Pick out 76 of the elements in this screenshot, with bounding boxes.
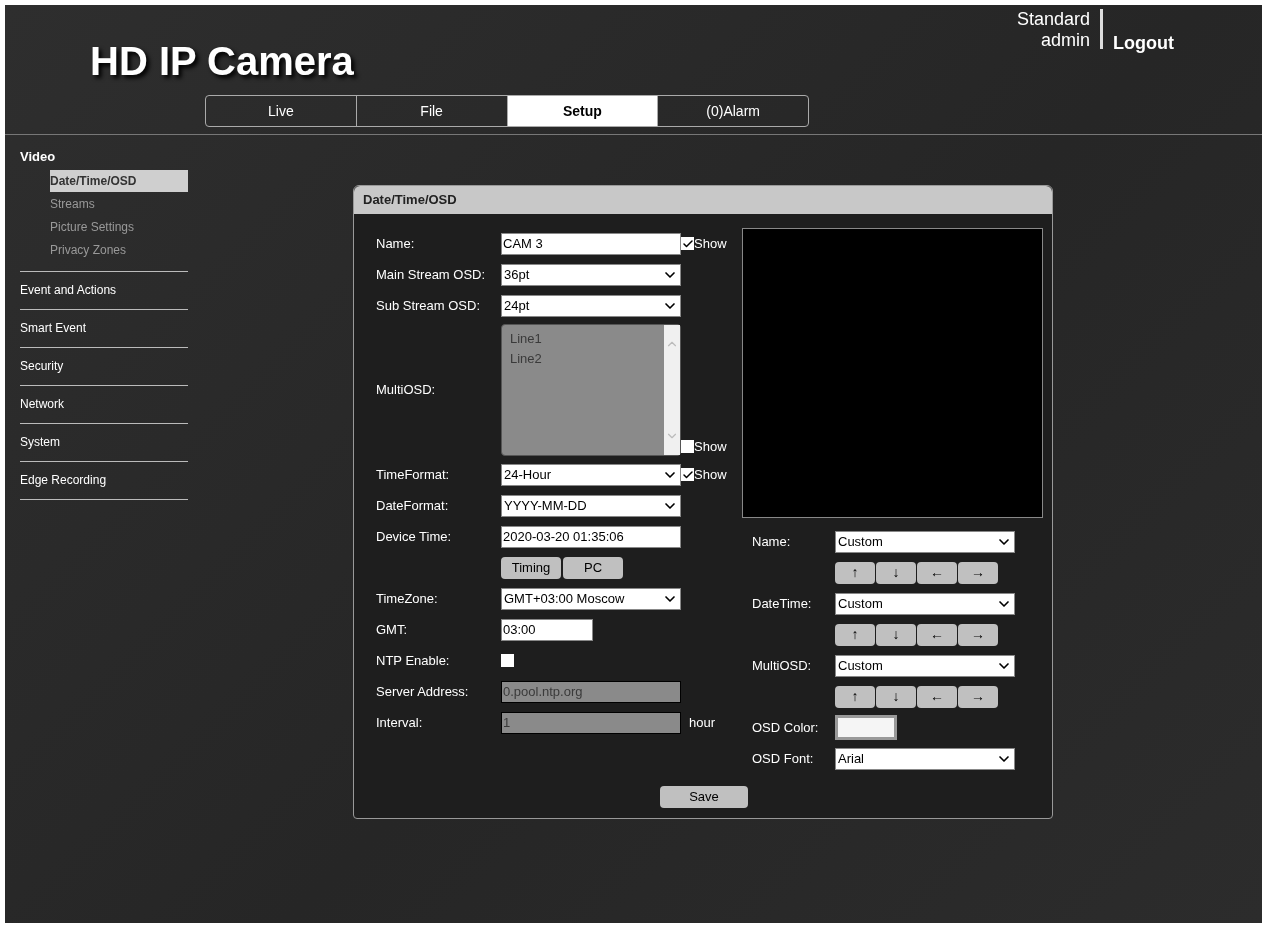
field-label: Device Time: [376, 527, 453, 546]
sidebar-item[interactable]: Privacy Zones [50, 238, 188, 261]
dropdown[interactable]: 36pt [501, 263, 681, 286]
unit-label: hour [689, 713, 716, 732]
nav-tab[interactable]: Live [206, 96, 357, 126]
sidebar-section[interactable]: Network [20, 394, 188, 413]
dropdown[interactable]: YYYY-MM-DD [501, 494, 681, 517]
move-button[interactable]: ← [917, 685, 957, 708]
color-swatch[interactable] [835, 715, 897, 740]
sidebar-item[interactable]: Streams [50, 192, 188, 215]
panel-title: Date/Time/OSD [363, 191, 457, 210]
field-label: GMT: [376, 620, 409, 639]
field-label: MultiOSD: [752, 656, 813, 675]
sidebar-section[interactable]: System [20, 432, 188, 451]
field-label: TimeFormat: [376, 465, 451, 484]
dropdown[interactable]: Custom [835, 654, 1015, 677]
move-button[interactable]: ↓ [876, 685, 916, 708]
field-label: Sub Stream OSD: [376, 296, 482, 315]
move-button[interactable]: ↓ [876, 623, 916, 646]
move-button[interactable]: ↓ [876, 561, 916, 584]
field-label: DateTime: [752, 594, 813, 613]
nav-tab[interactable]: Setup [507, 96, 659, 126]
input-field[interactable]: 03:00 [501, 618, 593, 641]
move-button[interactable]: ↑ [835, 561, 875, 584]
dropdown[interactable]: 24pt [501, 294, 681, 317]
nav-tab[interactable]: File [356, 96, 508, 126]
sidebar-section[interactable]: Edge Recording [20, 470, 188, 489]
sidebar-item[interactable]: Date/Time/OSD [50, 169, 188, 192]
checkbox[interactable] [681, 237, 694, 250]
app-title: HD IP Camera [90, 39, 354, 83]
input-field[interactable]: 2020-03-20 01:35:06 [501, 525, 681, 548]
check-icon [681, 468, 694, 481]
field-label: Interval: [376, 713, 424, 732]
field-label: MultiOSD: [376, 381, 437, 400]
nav-tab[interactable]: (0)Alarm [658, 96, 808, 126]
dropdown[interactable]: GMT+03:00 Moscow [501, 587, 681, 610]
move-button[interactable]: ← [917, 623, 957, 646]
dropdown[interactable]: Custom [835, 530, 1015, 553]
move-button[interactable]: ↑ [835, 623, 875, 646]
sidebar-section[interactable]: Event and Actions [20, 280, 188, 299]
field-label: OSD Font: [752, 749, 815, 768]
field-label: DateFormat: [376, 496, 450, 515]
checkbox[interactable] [501, 654, 514, 667]
action-button[interactable]: PC [563, 556, 623, 579]
check-icon [681, 237, 694, 250]
dropdown[interactable]: Custom [835, 592, 1015, 615]
scrollbar[interactable] [664, 325, 680, 455]
input-field[interactable]: CAM 3 [501, 232, 681, 255]
sidebar-section[interactable]: Video [20, 147, 188, 167]
sidebar-section[interactable]: Smart Event [20, 318, 188, 337]
show-label: Show [694, 465, 727, 484]
checkbox[interactable] [681, 468, 694, 481]
checkbox[interactable] [681, 439, 694, 453]
move-button[interactable]: → [958, 685, 998, 708]
sidebar-item[interactable]: Picture Settings [50, 215, 188, 238]
show-label: Show [694, 437, 727, 456]
move-button[interactable]: ↑ [835, 685, 875, 708]
dropdown[interactable]: 24-Hour [501, 463, 681, 486]
user-role: Standard [1017, 9, 1091, 30]
move-button[interactable]: ← [917, 561, 957, 584]
action-button[interactable]: Timing [501, 556, 561, 579]
field-label: Name: [376, 234, 416, 253]
show-label: Show [694, 234, 727, 253]
move-button[interactable]: → [958, 623, 998, 646]
sidebar-section[interactable]: Security [20, 356, 188, 375]
user-name: admin [1041, 30, 1091, 51]
field-label: Server Address: [376, 682, 470, 701]
move-button[interactable]: → [958, 561, 998, 584]
logout-link[interactable]: Logout [1113, 30, 1175, 57]
field-label: OSD Color: [752, 718, 820, 737]
field-label: Name: [752, 532, 792, 551]
field-label: NTP Enable: [376, 651, 451, 670]
save-button[interactable]: Save [660, 786, 748, 808]
field-label: TimeZone: [376, 589, 439, 608]
dropdown[interactable]: Arial [835, 747, 1015, 770]
field-label: Main Stream OSD: [376, 265, 487, 284]
